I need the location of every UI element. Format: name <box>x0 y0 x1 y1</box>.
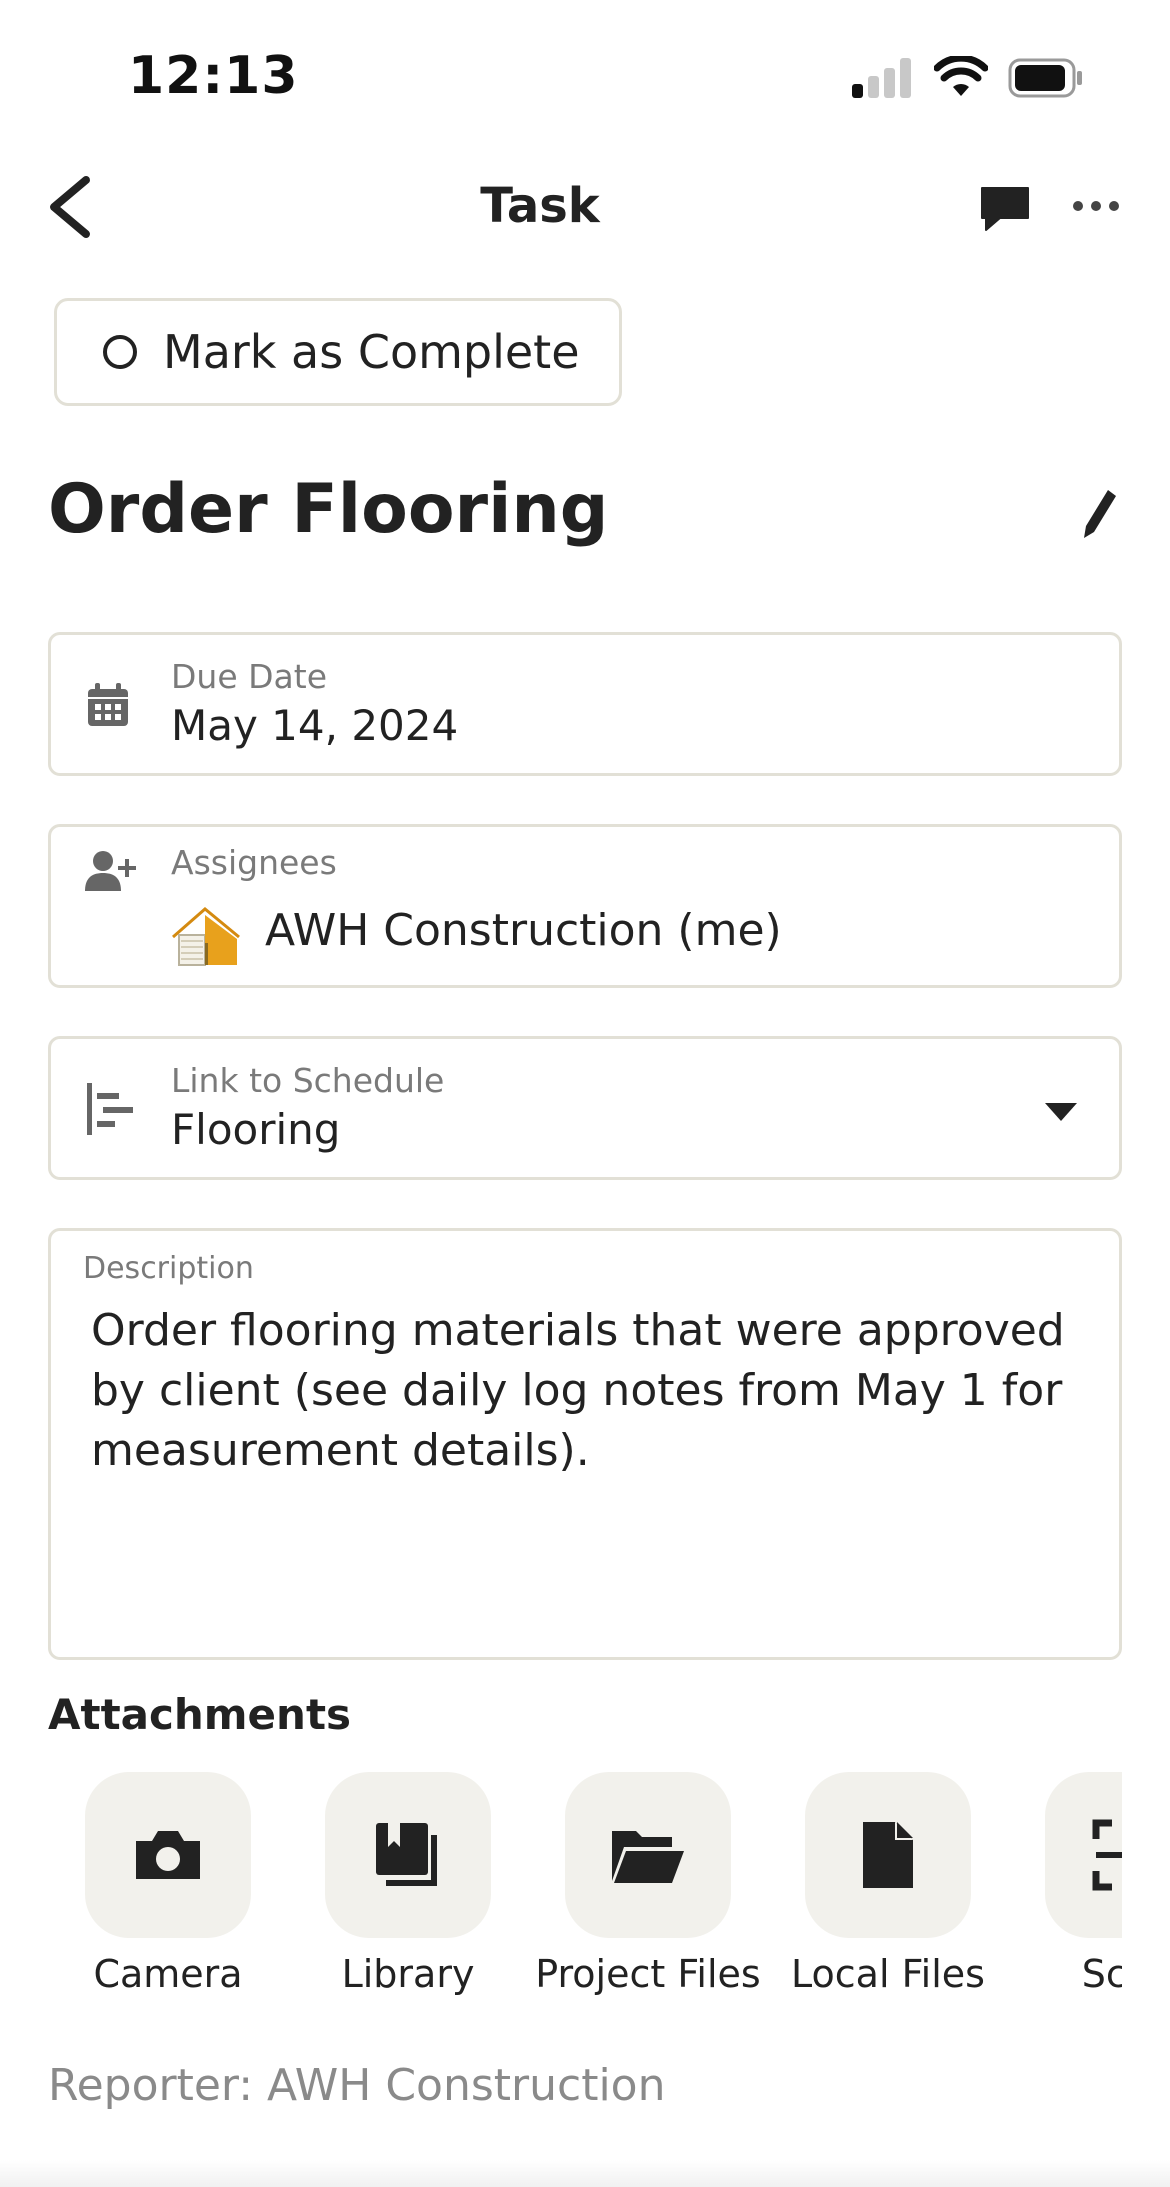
assignees-field[interactable]: Assignees AWH Construction (me) <box>48 824 1122 988</box>
reporter-text: Reporter: AWH Construction <box>48 2060 666 2111</box>
pencil-icon[interactable] <box>1080 486 1120 542</box>
add-person-icon <box>85 851 136 891</box>
link-to-schedule-label: Link to Schedule <box>171 1061 445 1100</box>
library-icon <box>376 1823 437 1886</box>
file-icon <box>863 1822 913 1888</box>
mark-complete-label: Mark as Complete <box>163 325 580 379</box>
attach-scan-button[interactable]: Scan <box>1008 1772 1122 1996</box>
link-to-schedule-field[interactable]: Link to Schedule Flooring <box>48 1036 1122 1180</box>
schedule-gantt-icon <box>87 1083 133 1135</box>
assignee-name: AWH Construction (me) <box>265 905 782 956</box>
description-label: Description <box>83 1251 254 1286</box>
status-time: 12:13 <box>128 46 299 106</box>
attach-library-label: Library <box>341 1952 475 1996</box>
due-date-value: May 14, 2024 <box>171 701 459 750</box>
attachments-heading: Attachments <box>48 1690 352 1739</box>
attach-tile <box>1045 1772 1122 1938</box>
attach-library-button[interactable]: Library <box>288 1772 528 1996</box>
comment-icon[interactable] <box>978 184 1032 234</box>
attach-local-files-label: Local Files <box>791 1952 985 1996</box>
mark-complete-button[interactable]: Mark as Complete <box>54 298 622 406</box>
attach-local-files-button[interactable]: Local Files <box>768 1772 1008 1996</box>
attach-tile <box>805 1772 971 1938</box>
attach-project-files-label: Project Files <box>535 1952 761 1996</box>
bottom-divider <box>0 2160 1170 2187</box>
camera-icon <box>136 1831 200 1879</box>
attach-scan-label: Scan <box>1081 1952 1122 1996</box>
link-to-schedule-value: Flooring <box>171 1105 341 1154</box>
company-avatar <box>172 907 240 966</box>
attach-tile <box>85 1772 251 1938</box>
more-options-icon[interactable] <box>1072 196 1120 216</box>
attach-camera-button[interactable]: Camera <box>48 1772 288 1996</box>
attach-tile <box>565 1772 731 1938</box>
cellular-signal-icon <box>852 58 916 98</box>
due-date-field[interactable]: Due Date May 14, 2024 <box>48 632 1122 776</box>
circle-icon <box>103 335 137 369</box>
scan-icon <box>1092 1819 1122 1891</box>
folder-icon <box>612 1831 684 1883</box>
calendar-icon <box>88 683 128 726</box>
page-title: Task <box>480 178 600 234</box>
due-date-label: Due Date <box>171 657 327 696</box>
description-field[interactable]: Description Order flooring materials tha… <box>48 1228 1122 1660</box>
attach-camera-label: Camera <box>93 1952 243 1996</box>
description-text[interactable]: Order flooring materials that were appro… <box>91 1301 1081 1481</box>
attach-tile <box>325 1772 491 1938</box>
chevron-down-icon[interactable] <box>1045 1103 1077 1123</box>
wifi-icon <box>934 56 988 96</box>
task-title: Order Flooring <box>48 470 609 549</box>
attachments-carousel[interactable]: Camera Library Project Files Local Files… <box>48 1772 1122 2012</box>
battery-icon <box>1008 58 1082 98</box>
assignees-label: Assignees <box>171 843 337 882</box>
attach-project-files-button[interactable]: Project Files <box>528 1772 768 1996</box>
